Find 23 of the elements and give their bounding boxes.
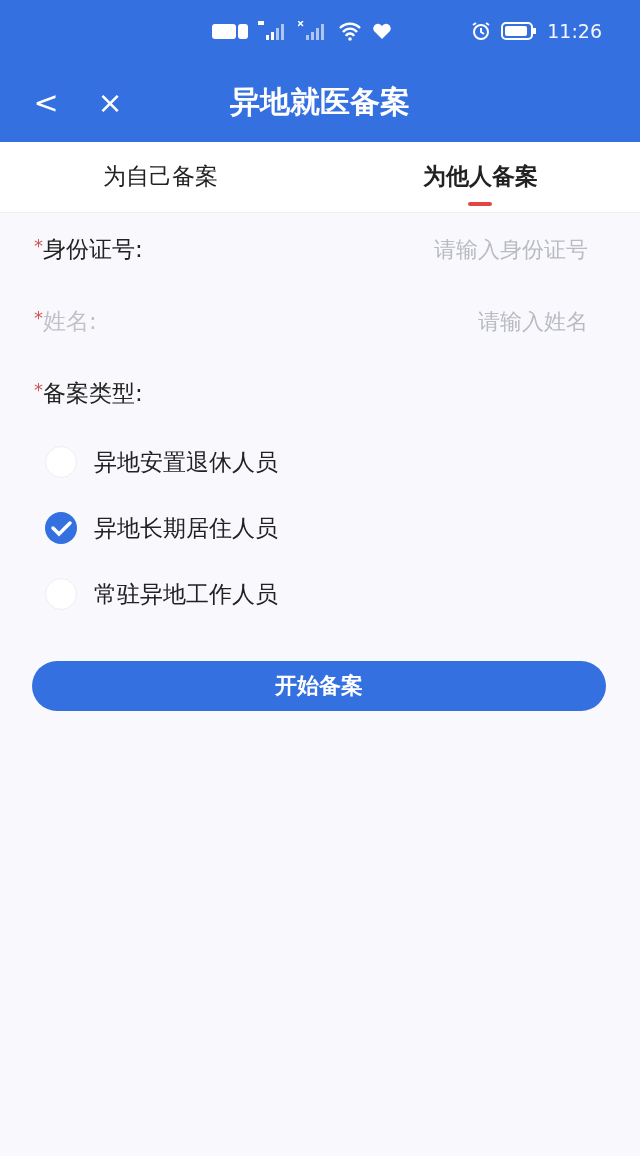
battery-icon — [501, 22, 538, 40]
tab[interactable]: 为他人备案 — [320, 142, 640, 212]
heart-icon — [372, 22, 392, 40]
field-label: 姓名: — [43, 306, 97, 336]
field-label: 备案类型: — [43, 378, 143, 408]
hd-icon — [212, 22, 248, 40]
required-mark: * — [34, 307, 43, 328]
check-circle-icon[interactable] — [44, 511, 78, 545]
back-button[interactable]: < — [24, 80, 68, 124]
page-title: 异地就医备案 — [230, 82, 410, 121]
option-label: 异地安置退休人员 — [94, 447, 278, 477]
required-mark: * — [34, 235, 43, 256]
required-mark: * — [34, 379, 43, 400]
option-label: 常驻异地工作人员 — [94, 579, 278, 609]
status-time: 11:26 — [547, 20, 602, 42]
close-button[interactable]: × — [88, 80, 132, 124]
option-label: 异地长期居住人员 — [94, 513, 278, 543]
submit-button[interactable]: 开始备案 — [32, 661, 606, 711]
alarm-icon — [471, 21, 492, 41]
field-label: 身份证号: — [43, 234, 143, 264]
wifi-icon — [338, 21, 362, 41]
input-field[interactable]: 请输入身份证号 — [142, 235, 590, 263]
tab[interactable]: 为自己备案 — [0, 142, 320, 212]
